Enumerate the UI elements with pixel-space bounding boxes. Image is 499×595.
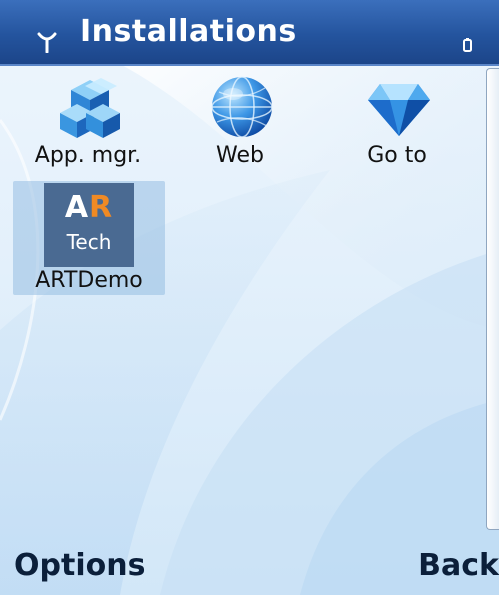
battery-icon: [463, 38, 472, 52]
ar-logo-letter-a: A: [64, 190, 90, 225]
page-title: Installations: [80, 14, 297, 49]
options-softkey[interactable]: Options: [14, 544, 145, 588]
back-softkey[interactable]: Back: [418, 544, 499, 588]
scrollbar[interactable]: [486, 68, 499, 530]
title-bar: Installations: [0, 0, 499, 66]
ar-logo-letter-r: R: [89, 190, 114, 225]
grid-item-go-to[interactable]: Go to: [322, 68, 472, 182]
grid-item-web[interactable]: Web: [165, 68, 315, 182]
phone-screen: Installations App. mgr. Web Go to AR Tec…: [0, 0, 499, 595]
grid-item-label: ARTDemo: [35, 268, 143, 293]
ar-logo-subtext: Tech: [66, 230, 112, 254]
grid-item-label: App. mgr.: [34, 143, 142, 168]
ar-logo-letters: AR: [44, 191, 134, 225]
signal-antenna-icon: [37, 32, 57, 53]
grid-item-label: Go to: [367, 143, 427, 168]
grid-item-label: Web: [216, 143, 264, 168]
grid-item-artdemo[interactable]: AR Tech ARTDemo: [13, 181, 165, 295]
ar-tech-icon: AR Tech: [44, 183, 134, 267]
diamond-icon: [368, 84, 430, 136]
grid-item-app-manager[interactable]: App. mgr.: [13, 68, 163, 182]
app-manager-cubes-icon: [60, 78, 120, 138]
globe-icon: [211, 76, 273, 138]
